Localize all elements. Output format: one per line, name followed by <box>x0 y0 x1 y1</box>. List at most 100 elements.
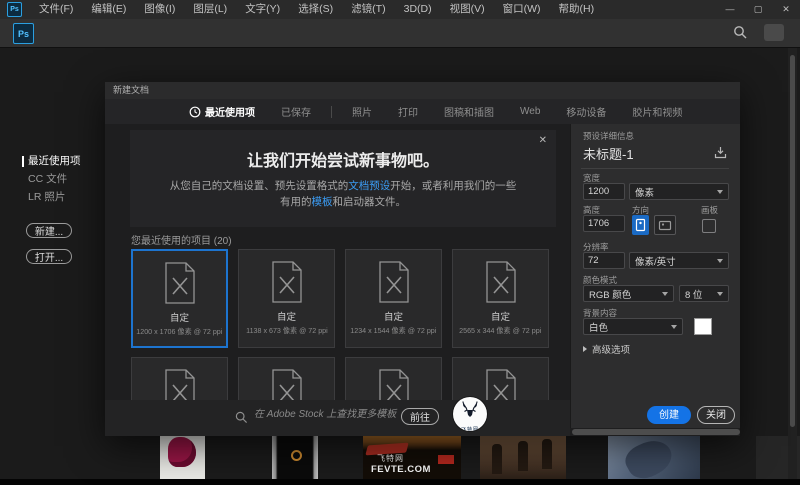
sidebar-active-indicator <box>22 156 24 167</box>
go-button[interactable]: 前往 <box>401 408 439 425</box>
hero-close-icon[interactable]: ✕ <box>539 135 547 146</box>
landscape-icon <box>658 220 672 231</box>
recent-file-thumbnail-phone[interactable] <box>272 432 318 479</box>
menu-item-window[interactable]: 窗口(W) <box>494 0 550 19</box>
tab-web[interactable]: Web <box>520 106 540 117</box>
deer-icon <box>457 399 483 423</box>
logo-text: Ps <box>18 29 29 39</box>
card-name: 自定 <box>170 310 189 324</box>
menu-item-filter[interactable]: 滤镜(T) <box>342 0 394 19</box>
sidebar-item-recent[interactable]: 最近使用项 <box>28 153 81 168</box>
color-mode-select[interactable]: RGB 颜色 <box>583 285 674 302</box>
maximize-button[interactable]: ▢ <box>744 0 772 19</box>
artboard-checkbox[interactable] <box>702 219 716 233</box>
document-presets-link[interactable]: 文档预设 <box>348 180 390 192</box>
width-unit-value: 像素 <box>635 185 654 199</box>
horizontal-scrollbar-thumb[interactable] <box>572 429 740 435</box>
recent-file-thumbnail-poster[interactable]: 飞特网 FEVTE.COM <box>363 432 461 479</box>
templates-link[interactable]: 模板 <box>312 196 333 208</box>
tab-label: 打印 <box>398 104 418 119</box>
width-input[interactable] <box>583 183 625 200</box>
orientation-landscape-button[interactable] <box>654 215 676 235</box>
bit-depth-value: 8 位 <box>685 287 702 301</box>
close-window-button[interactable]: ✕ <box>772 0 800 19</box>
card-dimensions: 1234 x 1544 像素 @ 72 ppi <box>350 325 436 335</box>
tab-label: 已保存 <box>281 104 311 119</box>
artboard-label: 画板 <box>701 204 718 216</box>
open-file-button[interactable]: 打开... <box>26 249 72 264</box>
recent-file-card[interactable]: 自定 2565 x 344 像素 @ 72 ppi <box>452 249 549 348</box>
menu-item-3d[interactable]: 3D(D) <box>395 0 441 19</box>
orientation-portrait-button[interactable] <box>632 215 649 235</box>
recent-file-card[interactable]: 自定 1138 x 673 像素 @ 72 ppi <box>238 249 335 348</box>
close-dialog-button[interactable]: 关闭 <box>697 406 735 424</box>
menu-item-help[interactable]: 帮助(H) <box>550 0 604 19</box>
chevron-right-icon <box>583 346 587 352</box>
menu-item-layer[interactable]: 图层(L) <box>184 0 236 19</box>
tab-film-video[interactable]: 胶片和视频 <box>632 104 682 119</box>
recent-file-thumbnail-scene[interactable] <box>480 436 566 479</box>
menu-item-view[interactable]: 视图(V) <box>441 0 494 19</box>
menu-item-edit[interactable]: 编辑(E) <box>82 0 135 19</box>
tab-mobile[interactable]: 移动设备 <box>566 104 606 119</box>
dialog-body: ✕ 让我们开始尝试新事物吧。 从您自己的文档设置、预先设置格式的文档预设开始，或… <box>105 124 570 436</box>
hero-banner: ✕ 让我们开始尝试新事物吧。 从您自己的文档设置、预先设置格式的文档预设开始，或… <box>130 130 556 227</box>
recent-file-thumbnail-flower[interactable] <box>160 432 205 479</box>
resolution-input[interactable] <box>583 252 625 269</box>
new-file-button[interactable]: 新建... <box>26 223 72 238</box>
psd-document-icon <box>375 260 413 304</box>
stock-search-input[interactable] <box>252 408 401 421</box>
height-input[interactable] <box>583 215 625 232</box>
portrait-icon <box>635 218 646 232</box>
tab-photo[interactable]: 照片 <box>352 104 372 119</box>
stock-search-icon <box>235 411 248 424</box>
recent-file-thumbnail-denim[interactable] <box>608 436 700 479</box>
minimize-button[interactable]: — <box>716 0 744 19</box>
menu-item-select[interactable]: 选择(S) <box>289 0 342 19</box>
recent-count: (20) <box>214 236 232 247</box>
background-value: 白色 <box>589 320 608 334</box>
menu-item-image[interactable]: 图像(I) <box>135 0 184 19</box>
tab-label: 最近使用项 <box>205 104 255 119</box>
tab-label: 胶片和视频 <box>632 104 682 119</box>
vertical-scrollbar-thumb[interactable] <box>790 55 795 427</box>
width-unit-select[interactable]: 像素 <box>629 183 729 200</box>
sidebar-item-lr-photos[interactable]: LR 照片 <box>28 189 65 204</box>
window-controls: — ▢ ✕ <box>716 0 800 19</box>
preset-details-panel: 预设详细信息 未标题-1 宽度 像素 高度 方向 画板 <box>570 124 740 428</box>
fevte-deer-logo: 飞特网 <box>453 397 487 431</box>
color-mode-value: RGB 颜色 <box>589 287 631 301</box>
save-preset-icon[interactable] <box>714 146 727 159</box>
chevron-down-icon <box>662 292 668 296</box>
dialog-tab-bar: 最近使用项 已保存 照片 打印 图稿和插图 Web 移动设备 胶片和视频 <box>105 99 740 124</box>
tab-saved[interactable]: 已保存 <box>281 104 311 119</box>
recent-cards-row-1: 自定 1200 x 1706 像素 @ 72 ppi 自定 1138 x 673… <box>131 249 549 348</box>
search-icon[interactable] <box>733 25 748 40</box>
resolution-unit-select[interactable]: 像素/英寸 <box>629 252 729 269</box>
sidebar-item-cc-files[interactable]: CC 文件 <box>28 171 67 186</box>
advanced-options-toggle[interactable]: 高级选项 <box>583 342 630 356</box>
tab-print[interactable]: 打印 <box>398 104 418 119</box>
chevron-down-icon <box>717 292 723 296</box>
figure-silhouette <box>518 441 528 471</box>
document-name-field[interactable]: 未标题-1 <box>583 144 634 163</box>
tab-art-illustration[interactable]: 图稿和插图 <box>444 104 494 119</box>
recent-file-card[interactable]: 自定 1234 x 1544 像素 @ 72 ppi <box>345 249 442 348</box>
new-document-dialog: 新建文档 最近使用项 已保存 照片 打印 图稿和插图 Web 移动设备 胶片和视… <box>105 82 740 436</box>
recent-file-card[interactable]: 自定 1200 x 1706 像素 @ 72 ppi <box>131 249 228 348</box>
bit-depth-select[interactable]: 8 位 <box>679 285 729 302</box>
create-button[interactable]: 创建 <box>647 406 691 424</box>
preset-panel-header: 预设详细信息 <box>583 130 634 142</box>
psd-document-icon <box>482 260 520 304</box>
background-color-swatch[interactable] <box>694 318 712 335</box>
background-select[interactable]: 白色 <box>583 318 683 335</box>
psd-document-icon <box>161 261 199 305</box>
tab-label: Web <box>520 106 540 117</box>
photoshop-window: Ps 文件(F) 编辑(E) 图像(I) 图层(L) 文字(Y) 选择(S) 滤… <box>0 0 800 485</box>
menu-item-file[interactable]: 文件(F) <box>30 0 82 19</box>
menu-item-type[interactable]: 文字(Y) <box>236 0 289 19</box>
tab-recent[interactable]: 最近使用项 <box>189 104 255 119</box>
workspace-switcher-icon[interactable] <box>764 24 784 41</box>
menu-bar: Ps 文件(F) 编辑(E) 图像(I) 图层(L) 文字(Y) 选择(S) 滤… <box>0 0 800 19</box>
advanced-options-label: 高级选项 <box>592 342 630 356</box>
